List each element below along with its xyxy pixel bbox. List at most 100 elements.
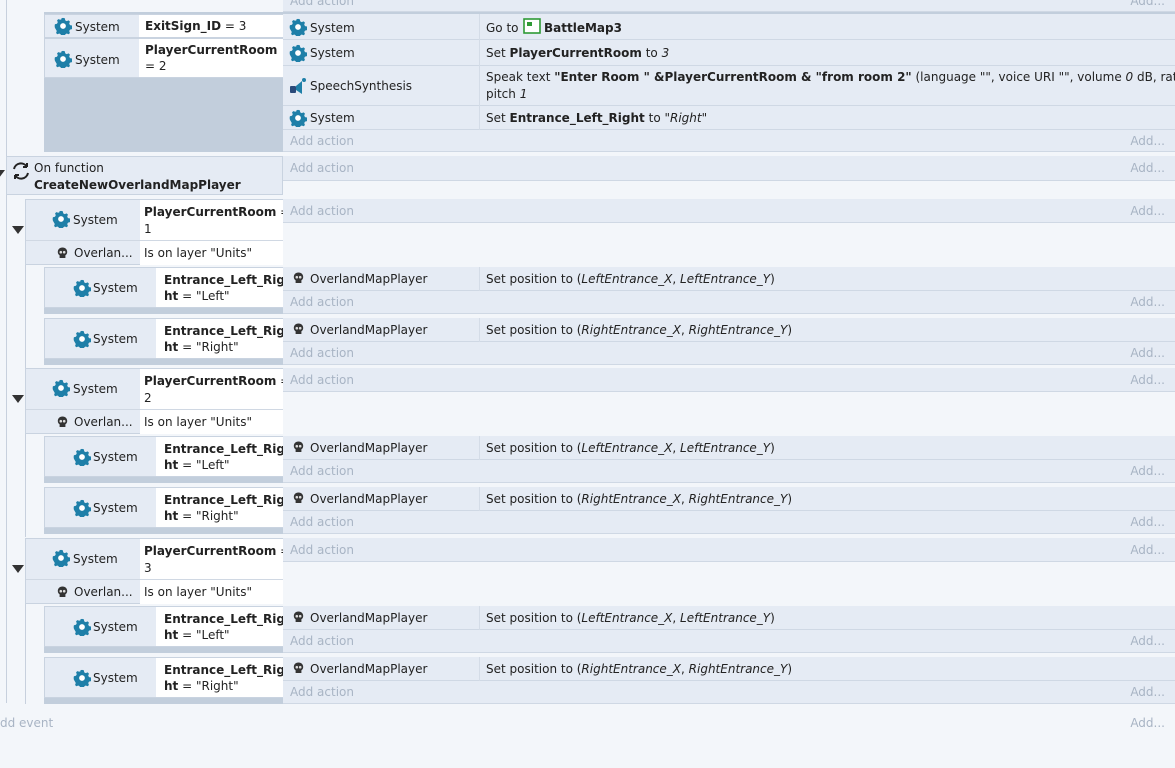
action-text: Go to	[486, 21, 519, 35]
object-name: SpeechSynthesis	[310, 79, 413, 93]
collapse-toggle[interactable]	[12, 226, 24, 234]
action-text: Set PlayerCurrentRoom to 3	[486, 46, 670, 60]
add-action-row[interactable]: Add action Add...	[283, 342, 1175, 365]
gear-icon	[73, 330, 91, 348]
add-link[interactable]: Add...	[1130, 463, 1165, 479]
gear-icon	[73, 499, 91, 517]
object-name: OverlandMapPlayer	[310, 611, 428, 625]
condition-exitsign[interactable]: System ExitSign_ID = 3	[44, 14, 283, 38]
action-text: Set position to (LeftEntrance_X, LeftEnt…	[486, 272, 775, 286]
condition-value: PlayerCurrentRoom =1	[140, 200, 290, 240]
object-name: Overlan...	[74, 415, 133, 429]
skull-icon	[57, 247, 68, 258]
condition-block-room[interactable]: System PlayerCurrentRoom =3 Overlan... Is o…	[25, 538, 290, 604]
add-action-row[interactable]: Add action Add...	[283, 156, 1175, 181]
add-link[interactable]: Add...	[1130, 684, 1165, 700]
add-action-link[interactable]: Add action	[290, 542, 354, 558]
add-action-row[interactable]: Add action Add...	[283, 681, 1175, 704]
add-link[interactable]: Add...	[1130, 133, 1165, 149]
action-set-position[interactable]: OverlandMapPlayer Set position to (RightE…	[283, 487, 1175, 511]
action-set-entrance[interactable]: System Set Entrance_Left_Right to "Right…	[283, 106, 1175, 130]
condition-value: PlayerCurrentRoom = 2	[139, 39, 283, 77]
gear-icon	[54, 17, 72, 35]
condition-value: Entrance_Left_Rig ht = "Right"	[156, 658, 285, 697]
column-divider	[479, 657, 480, 681]
column-divider	[479, 318, 480, 342]
add-event-link[interactable]: dd event	[0, 715, 53, 731]
collapse-toggle[interactable]	[0, 170, 5, 178]
layout-icon	[523, 18, 541, 34]
add-link[interactable]: Add...	[1130, 715, 1165, 731]
add-action-link[interactable]: Add action	[290, 345, 354, 361]
add-action-row[interactable]: Add action Add...	[283, 130, 1175, 152]
action-set-position[interactable]: OverlandMapPlayer Set position to (LeftEn…	[283, 436, 1175, 460]
add-link[interactable]: Add...	[1130, 372, 1165, 388]
add-action-link[interactable]: Add action	[290, 684, 354, 700]
function-header[interactable]: On function CreateNewOverlandMapPlayer	[6, 156, 283, 195]
add-link[interactable]: Add...	[1130, 542, 1165, 558]
sub-condition[interactable]: System Entrance_Left_Rig ht = "Right"	[44, 657, 285, 698]
action-set-position[interactable]: OverlandMapPlayer Set position to (LeftEn…	[283, 606, 1175, 630]
condition-playerroom[interactable]: System PlayerCurrentRoom = 2	[44, 38, 283, 78]
condition-block-room[interactable]: System PlayerCurrentRoom =1 Overlan... Is o…	[25, 199, 290, 265]
action-set-position[interactable]: OverlandMapPlayer Set position to (RightE…	[283, 318, 1175, 342]
action-set-room[interactable]: System Set PlayerCurrentRoom to 3	[283, 40, 1175, 66]
condition-value: Is on layer "Units"	[140, 410, 283, 434]
add-action-link[interactable]: Add action	[290, 160, 354, 176]
add-link[interactable]: Add...	[1130, 345, 1165, 361]
add-action-row[interactable]: Add action Add...	[283, 538, 1175, 562]
object-name: System	[73, 552, 118, 566]
skull-icon	[293, 611, 304, 622]
object-name: System	[93, 281, 138, 295]
add-action-row[interactable]: Add action Add...	[283, 199, 1175, 223]
add-link[interactable]: Add...	[1130, 514, 1165, 530]
speaker-icon	[290, 78, 306, 94]
sub-condition[interactable]: System Entrance_Left_Rig ht = "Right"	[44, 487, 285, 528]
add-action-row[interactable]: Add action Add...	[283, 460, 1175, 483]
add-action-link[interactable]: Add action	[290, 203, 354, 219]
collapse-toggle[interactable]	[12, 565, 24, 573]
collapse-toggle[interactable]	[12, 395, 24, 403]
skull-icon	[293, 441, 304, 452]
add-action-link[interactable]: Add action	[290, 0, 354, 9]
skull-icon	[57, 586, 68, 597]
gear-icon	[52, 549, 70, 567]
add-action-link[interactable]: Add action	[290, 463, 354, 479]
action-text: Set position to (LeftEntrance_X, LeftEnt…	[486, 441, 775, 455]
add-action-link[interactable]: Add action	[290, 633, 354, 649]
add-action-row[interactable]: Add action Add...	[283, 368, 1175, 392]
sub-condition[interactable]: System Entrance_Left_Rig ht = "Left"	[44, 606, 285, 647]
action-set-position[interactable]: OverlandMapPlayer Set position to (RightE…	[283, 657, 1175, 681]
add-action-link[interactable]: Add action	[290, 133, 354, 149]
object-name: System	[310, 46, 355, 60]
column-divider	[479, 267, 480, 291]
gear-icon	[52, 379, 70, 397]
add-link[interactable]: Add...	[1130, 294, 1165, 310]
column-divider	[479, 106, 480, 130]
add-link[interactable]: Add...	[1130, 0, 1165, 9]
condition-value: Entrance_Left_Rig ht = "Right"	[156, 319, 285, 358]
add-action-link[interactable]: Add action	[290, 514, 354, 530]
add-link[interactable]: Add...	[1130, 633, 1165, 649]
object-name: System	[93, 332, 138, 346]
function-label: On function	[34, 161, 104, 175]
add-action-row[interactable]: Add action Add...	[283, 291, 1175, 314]
action-row-placeholder[interactable]: Add action Add...	[283, 0, 1175, 12]
action-goto[interactable]: System Go to BattleMap3	[283, 14, 1175, 40]
add-action-link[interactable]: Add action	[290, 372, 354, 388]
column-divider	[479, 14, 480, 40]
add-action-row[interactable]: Add action Add...	[283, 511, 1175, 534]
column-divider	[479, 487, 480, 511]
sub-condition[interactable]: System Entrance_Left_Rig ht = "Left"	[44, 267, 285, 308]
add-action-link[interactable]: Add action	[290, 294, 354, 310]
sub-condition[interactable]: System Entrance_Left_Rig ht = "Left"	[44, 436, 285, 477]
gear-icon	[73, 448, 91, 466]
sub-condition[interactable]: System Entrance_Left_Rig ht = "Right"	[44, 318, 285, 359]
condition-block-room[interactable]: System PlayerCurrentRoom =2 Overlan... Is o…	[25, 368, 290, 434]
gear-icon	[289, 109, 307, 127]
add-action-row[interactable]: Add action Add...	[283, 630, 1175, 653]
action-set-position[interactable]: OverlandMapPlayer Set position to (LeftEn…	[283, 267, 1175, 291]
action-speak[interactable]: SpeechSynthesis Speak text "Enter Room "…	[283, 66, 1175, 106]
add-link[interactable]: Add...	[1130, 203, 1165, 219]
add-link[interactable]: Add...	[1130, 160, 1165, 176]
